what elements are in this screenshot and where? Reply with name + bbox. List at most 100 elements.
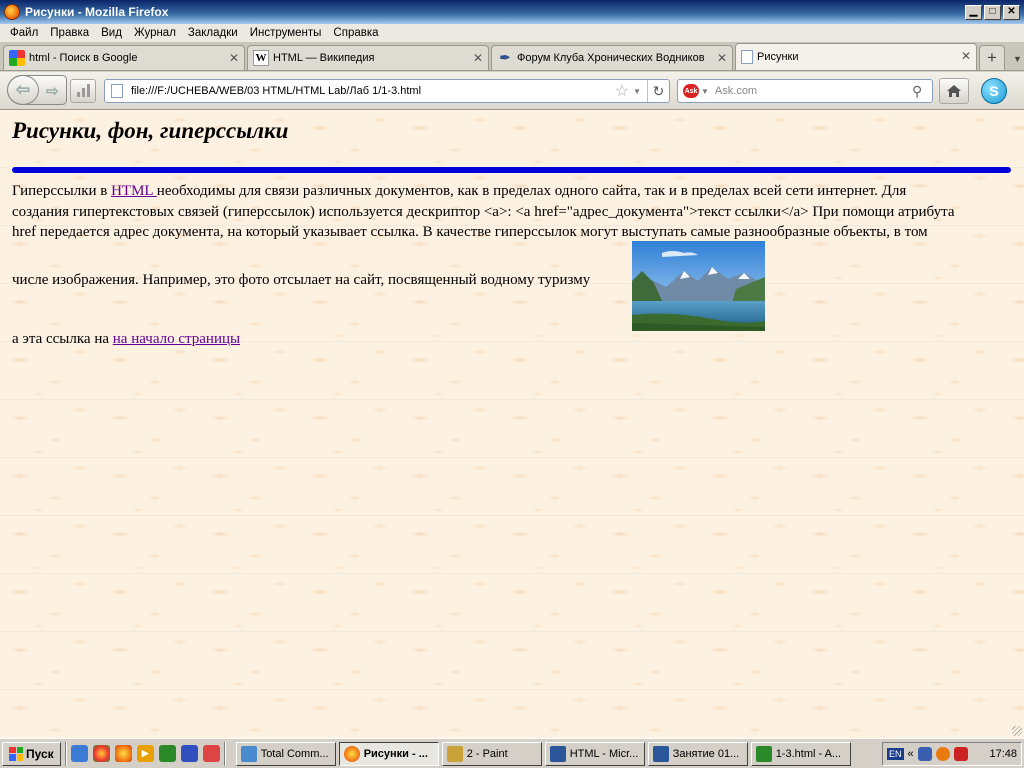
tab-label: HTML — Википедия <box>273 52 375 64</box>
tray-app-icon[interactable] <box>935 747 950 761</box>
maximize-button[interactable]: □ <box>984 4 1001 20</box>
start-button[interactable]: Пуск <box>2 741 61 766</box>
task-total-commander[interactable]: Total Comm... <box>235 741 336 766</box>
back-forward-group: ⇦ ⇨ <box>7 75 67 105</box>
back-button[interactable]: ⇦ <box>7 75 39 105</box>
feather-icon: ✒ <box>499 50 511 65</box>
menu-edit[interactable]: Правка <box>44 27 95 39</box>
page-icon <box>111 84 123 98</box>
forward-button[interactable]: ⇨ <box>46 82 59 100</box>
taskbar: Пуск ▶ Total Comm... Рисунки - ... 2 - P… <box>0 738 1024 768</box>
home-button[interactable] <box>939 78 969 104</box>
task-word-lesson[interactable]: Занятие 01... <box>647 741 748 766</box>
menu-bookmarks[interactable]: Закладки <box>182 27 244 39</box>
menu-help[interactable]: Справка <box>327 27 384 39</box>
red-app-icon[interactable] <box>202 745 220 762</box>
para-text: создания гипертекстовых связей (гиперссы… <box>12 203 955 220</box>
page-heading: Рисунки, фон, гиперссылки <box>12 118 289 143</box>
menu-file[interactable]: Файл <box>4 27 44 39</box>
wikipedia-icon: W <box>253 50 269 66</box>
tab-bar: html - Поиск в Google ✕ W HTML — Википед… <box>0 43 1024 71</box>
word-icon <box>652 745 669 762</box>
task-editor[interactable]: 1-3.html - A... <box>750 741 851 766</box>
tab-label: Форум Клуба Хронических Водников <box>517 52 705 64</box>
tab-list-icon[interactable]: ▼ <box>1013 54 1022 64</box>
url-bar[interactable]: file:///F:/UCHEBA/WEB/03 HTML/HTML Lab/Л… <box>104 79 670 103</box>
home-icon <box>947 85 961 97</box>
windows-flag-icon <box>9 746 23 761</box>
save-icon[interactable] <box>180 745 198 762</box>
editor-icon <box>755 745 772 762</box>
mountain-lake-photo-link[interactable] <box>632 241 765 331</box>
language-indicator[interactable]: EN <box>887 748 904 760</box>
quick-launch: ▶ <box>70 745 220 762</box>
media-player-icon[interactable]: ▶ <box>136 745 154 762</box>
start-label: Пуск <box>26 746 54 761</box>
search-bar[interactable]: Ask ▼ Ask.com ⚲ <box>677 79 933 103</box>
tab-label: html - Поиск в Google <box>29 52 138 64</box>
system-tray: EN « 17:48 <box>882 742 1022 766</box>
close-button[interactable]: ✕ <box>1003 4 1020 20</box>
tab-close-icon[interactable]: ✕ <box>717 51 727 65</box>
firefox-icon <box>343 745 360 762</box>
top-of-page-link[interactable]: на начало страницы <box>113 331 240 347</box>
para-text: Гиперссылки в <box>12 183 112 199</box>
word-icon <box>549 745 566 762</box>
reload-icon[interactable]: ↻ <box>647 80 669 102</box>
html-link[interactable]: HTML <box>111 183 157 199</box>
menu-history[interactable]: Журнал <box>128 27 182 39</box>
search-icon[interactable]: ⚲ <box>912 83 932 100</box>
navigation-toolbar: ⇦ ⇨ file:///F:/UCHEBA/WEB/03 HTML/HTML L… <box>0 72 1024 110</box>
resize-grip-icon[interactable] <box>1012 726 1022 736</box>
tab-close-icon[interactable]: ✕ <box>961 49 971 63</box>
stats-icon[interactable] <box>70 79 96 103</box>
url-dropdown-icon[interactable]: ▼ <box>633 87 641 96</box>
paint-icon <box>446 745 463 762</box>
minimize-button[interactable]: ▁ <box>965 4 982 20</box>
clock[interactable]: 17:48 <box>989 748 1017 760</box>
desktop-icon[interactable] <box>70 745 88 762</box>
firefox-icon[interactable] <box>114 745 132 762</box>
tab-wikipedia[interactable]: W HTML — Википедия ✕ <box>247 45 489 70</box>
skype-button[interactable]: S <box>978 76 1010 106</box>
search-input[interactable]: Ask.com <box>715 85 912 97</box>
horizontal-rule <box>12 167 1011 173</box>
firefox-icon <box>4 4 20 20</box>
tray-expand-icon[interactable]: « <box>908 748 914 760</box>
task-firefox[interactable]: Рисунки - ... <box>338 741 439 766</box>
menu-tools[interactable]: Инструменты <box>244 27 328 39</box>
network-icon[interactable] <box>917 747 932 761</box>
para-text: href передается адрес документа, на кото… <box>12 224 928 240</box>
task-paint[interactable]: 2 - Paint <box>441 741 542 766</box>
task-list: Total Comm... Рисунки - ... 2 - Paint HT… <box>235 741 851 766</box>
tab-google-search[interactable]: html - Поиск в Google ✕ <box>3 45 245 70</box>
tab-close-icon[interactable]: ✕ <box>229 51 239 65</box>
page-content: Рисунки, фон, гиперссылки Гиперссылки в … <box>0 110 1024 738</box>
menu-bar: Файл Правка Вид Журнал Закладки Инструме… <box>0 24 1024 43</box>
green-app-icon[interactable] <box>158 745 176 762</box>
search-engine-dropdown-icon[interactable]: ▼ <box>701 87 709 96</box>
task-word-html[interactable]: HTML - Micr... <box>544 741 645 766</box>
window-title: Рисунки - Mozilla Firefox <box>25 5 169 19</box>
task-label: Занятие 01... <box>672 747 740 760</box>
tab-pictures[interactable]: Рисунки ✕ <box>735 43 977 70</box>
total-commander-icon <box>240 745 257 762</box>
intro-paragraph: Гиперссылки в HTML необходимы для связи … <box>12 181 1011 243</box>
task-label: Total Comm... <box>260 747 329 760</box>
url-input[interactable]: file:///F:/UCHEBA/WEB/03 HTML/HTML Lab/Л… <box>131 85 615 97</box>
window-titlebar[interactable]: Рисунки - Mozilla Firefox ▁ □ ✕ <box>0 0 1024 24</box>
menu-view[interactable]: Вид <box>95 27 128 39</box>
google-icon <box>9 50 25 66</box>
link-line: а эта ссылка на на начало страницы <box>12 331 240 348</box>
page-icon <box>741 50 753 64</box>
chrome-icon[interactable] <box>92 745 110 762</box>
tab-label: Рисунки <box>757 51 799 63</box>
new-tab-button[interactable]: + <box>979 45 1005 70</box>
antivirus-icon[interactable] <box>953 747 968 761</box>
search-engine-icon[interactable]: Ask <box>683 84 699 98</box>
bookmark-star-icon[interactable]: ☆ <box>615 81 629 101</box>
task-label: HTML - Micr... <box>569 747 639 760</box>
tab-close-icon[interactable]: ✕ <box>473 51 483 65</box>
tab-forum[interactable]: ✒ Форум Клуба Хронических Водников ✕ <box>491 45 733 70</box>
link-prefix-text: а эта ссылка на <box>12 331 113 347</box>
